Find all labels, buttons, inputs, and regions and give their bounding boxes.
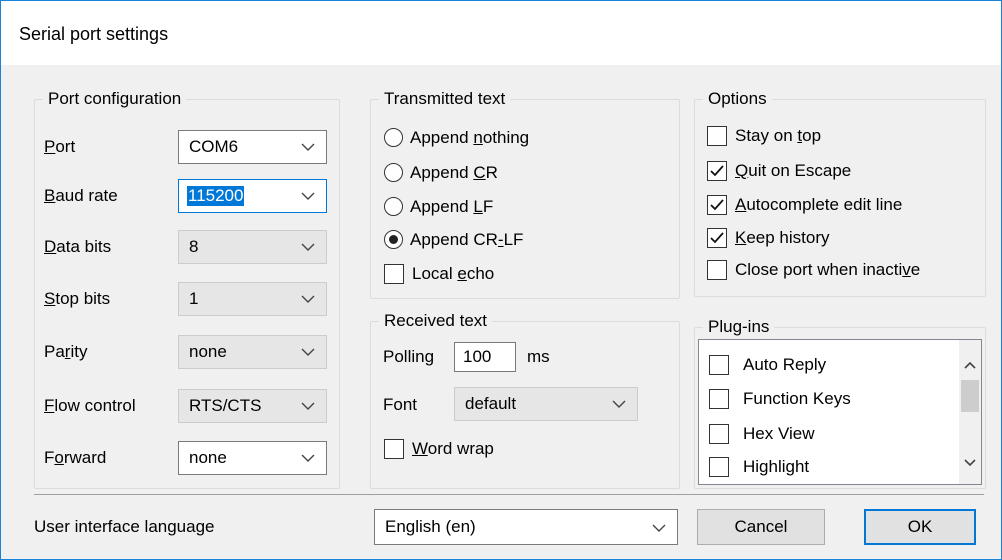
polling-label: Polling [383,347,435,366]
chevron-down-icon [301,243,315,251]
check-icon [710,165,724,177]
chevron-down-icon [301,295,315,303]
checkbox[interactable] [709,424,729,444]
scroll-down-arrow-icon[interactable] [964,458,976,468]
port-config-label: Flow control [44,396,136,415]
port-config-label: Forward [44,448,107,467]
checkbox[interactable] [707,228,727,248]
chevron-down-icon [301,454,315,462]
polling-input[interactable]: 100 [454,342,516,372]
word-wrap-label: Word wrap [412,439,494,458]
port-config-select[interactable]: 115200 [178,179,327,213]
title-bar[interactable]: Serial port settings [1,1,1001,65]
port-config-label: Stop bits [44,289,111,308]
local-echo-label: Local echo [412,264,495,283]
cancel-button[interactable]: Cancel [697,509,825,545]
plugins-list[interactable]: Auto Reply Function Keys Hex View Highlight [698,339,982,485]
port-configuration-legend: Port configuration [43,88,187,110]
font-select[interactable]: default [454,387,638,421]
chevron-down-icon [301,143,315,151]
port-config-select[interactable]: 1 [178,282,327,316]
plugins-scrollbar-thumb[interactable] [961,380,979,412]
scroll-up-arrow-icon[interactable] [964,360,976,370]
options-legend: Options [703,88,772,110]
port-config-label: Port [44,137,76,156]
chevron-down-icon [301,192,315,200]
checkbox[interactable] [707,161,727,181]
port-config-label: Baud rate [44,186,118,205]
font-label: Font [383,395,418,414]
radio-dot-icon [389,235,398,244]
radio-button[interactable] [384,163,403,182]
chevron-down-icon [301,402,315,410]
port-config-label: Parity [44,342,88,361]
checkbox[interactable] [709,457,729,477]
chevron-down-icon [612,400,626,408]
port-config-label: Data bits [44,237,112,256]
transmitted-text-legend: Transmitted text [379,88,511,110]
language-label: User interface language [34,517,215,536]
checkbox[interactable] [707,195,727,215]
radio-button[interactable] [384,230,403,249]
word-wrap-box[interactable] [384,439,404,459]
plugins-scrollbar[interactable] [959,340,981,484]
window-title: Serial port settings [19,24,169,44]
check-icon [710,232,724,244]
ok-button[interactable]: OK [864,509,976,545]
local-echo-box[interactable] [384,264,404,284]
polling-unit: ms [527,347,550,366]
language-select[interactable]: English (en) [374,509,678,545]
checkbox[interactable] [707,260,727,280]
footer-separator [34,494,984,495]
check-icon [710,199,724,211]
received-text-legend: Received text [379,310,492,332]
radio-button[interactable] [384,128,403,147]
port-config-select[interactable]: 8 [178,230,327,264]
radio-button[interactable] [384,197,403,216]
plugins-legend: Plug-ins [703,316,775,338]
serial-port-settings-dialog: Serial port settings Port configuration … [0,0,1002,560]
port-config-select[interactable]: none [178,441,327,475]
port-config-select[interactable]: none [178,335,327,369]
checkbox[interactable] [709,389,729,409]
chevron-down-icon [652,524,666,532]
port-config-select[interactable]: RTS/CTS [178,389,327,423]
chevron-down-icon [301,348,315,356]
port-config-select[interactable]: COM6 [178,130,327,164]
checkbox[interactable] [707,126,727,146]
checkbox[interactable] [709,355,729,375]
